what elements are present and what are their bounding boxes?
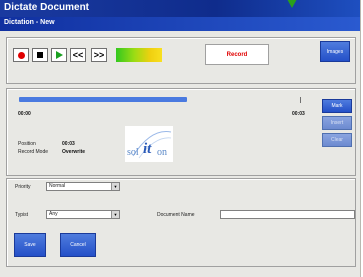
priority-value: Normal [49, 183, 66, 189]
sub-title-bar: Dictation - New [0, 17, 360, 31]
end-marker [300, 97, 301, 103]
record-mode-value: Overwrite [62, 149, 86, 155]
logo-text-right: on [157, 147, 167, 158]
logo-text-mid: it [143, 141, 152, 157]
audio-level-meter [116, 48, 162, 62]
end-time: 00:03 [292, 111, 305, 117]
typist-value: Any [49, 211, 58, 217]
clear-button[interactable]: Clear [322, 133, 352, 147]
rewind-button[interactable]: << [70, 48, 86, 62]
position-value: 00:03 [62, 141, 75, 147]
typist-label: Typist [15, 212, 29, 218]
solition-logo: sol it on [125, 126, 173, 162]
play-button[interactable] [51, 48, 67, 62]
window-title: Dictate Document [4, 2, 90, 13]
fast-forward-button[interactable]: >> [91, 48, 107, 62]
record-button[interactable]: Record [205, 44, 269, 65]
record-toggle-button[interactable] [13, 48, 29, 62]
logo-text-left: sol [127, 147, 139, 158]
play-icon [55, 51, 63, 59]
window-subtitle: Dictation - New [4, 19, 55, 26]
stop-button[interactable] [32, 48, 48, 62]
start-time: 00:00 [18, 111, 31, 117]
save-button[interactable]: Save [14, 233, 46, 257]
typist-select[interactable]: Any ▼ [46, 210, 120, 219]
priority-label: Priority [15, 184, 31, 190]
stop-icon [37, 52, 43, 58]
chevron-down-icon: ▼ [111, 211, 119, 218]
document-name-input[interactable] [220, 210, 355, 219]
priority-select[interactable]: Normal ▼ [46, 182, 120, 191]
position-label: Position [18, 141, 36, 147]
chevron-down-icon: ▼ [111, 183, 119, 190]
title-bar: Dictate Document [0, 0, 360, 17]
record-icon [17, 51, 25, 59]
mark-button[interactable]: Mark [322, 99, 352, 113]
position-progress-bar[interactable] [19, 97, 187, 102]
document-panel [6, 178, 356, 267]
cancel-button[interactable]: Cancel [60, 233, 96, 257]
document-name-label: Document Name [157, 212, 195, 218]
record-mode-label: Record Mode [18, 149, 49, 155]
cursor-marker-icon [287, 0, 297, 8]
insert-button[interactable]: Insert [322, 116, 352, 130]
dictate-window: Dictate Document Dictation - New << >> R… [0, 0, 360, 277]
images-button[interactable]: Images [320, 41, 350, 62]
logo-swoosh-icon: sol it on [127, 131, 172, 159]
